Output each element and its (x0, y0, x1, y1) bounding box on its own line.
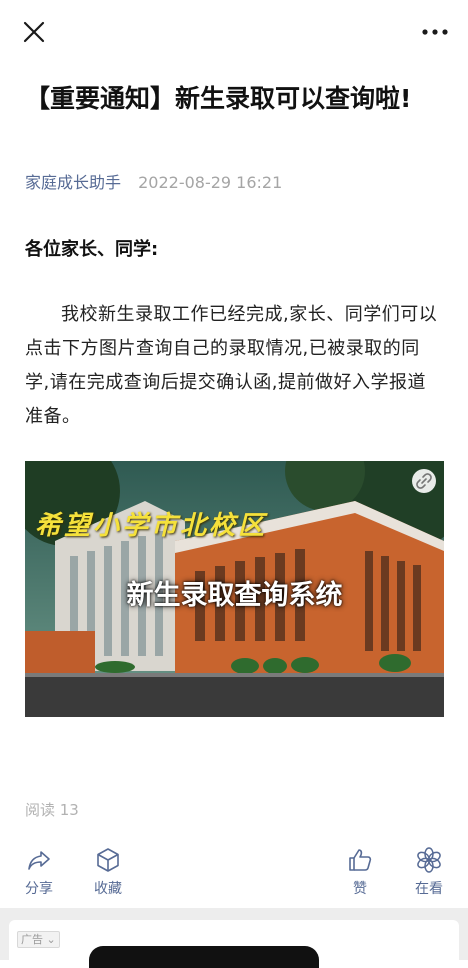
more-dots-icon (422, 29, 448, 35)
wow-button[interactable]: 在看 (399, 846, 459, 898)
author-link[interactable]: 家庭成长助手 (25, 173, 121, 192)
school-name-text: 希望小学市北校区 (35, 511, 268, 541)
article-paragraph: 我校新生录取工作已经完成,家长、同学们可以点击下方图片查询自己的录取情况,已被录… (25, 304, 438, 427)
like-label: 赞 (353, 881, 367, 897)
link-icon (416, 473, 432, 489)
ad-section: 广告 ⌄ (0, 908, 468, 968)
ad-badge-label: 广告 (21, 933, 43, 946)
top-bar (0, 0, 468, 64)
ad-badge[interactable]: 广告 ⌄ (17, 931, 60, 948)
publish-time: 2022-08-29 16:21 (138, 173, 283, 192)
close-icon (23, 21, 45, 43)
flower-icon (417, 847, 441, 873)
link-badge (412, 469, 436, 493)
greeting: 各位家长、同学: (25, 239, 159, 260)
favorite-button[interactable]: 收藏 (78, 846, 138, 898)
article-title: 【重要通知】新生录取可以查询啦! (25, 84, 412, 113)
read-count: 阅读 13 (25, 801, 79, 819)
query-system-banner[interactable]: 希望小学市北校区 新生录取查询系统 (25, 461, 444, 717)
favorite-label: 收藏 (94, 881, 122, 897)
like-button[interactable]: 赞 (330, 846, 390, 898)
article-meta: 家庭成长助手 2022-08-29 16:21 (25, 171, 282, 195)
share-label: 分享 (25, 881, 53, 897)
share-icon (28, 851, 50, 870)
system-name-text: 新生录取查询系统 (126, 580, 343, 611)
more-button[interactable] (420, 20, 450, 44)
action-bar: 分享 收藏 赞 在看 (0, 846, 468, 902)
cube-icon (97, 848, 119, 872)
close-button[interactable] (20, 18, 48, 46)
thumbs-up-icon (349, 849, 372, 871)
ad-image (89, 946, 319, 968)
ad-card[interactable]: 广告 ⌄ (9, 920, 459, 968)
wow-label: 在看 (415, 881, 443, 897)
share-button[interactable]: 分享 (9, 846, 69, 898)
